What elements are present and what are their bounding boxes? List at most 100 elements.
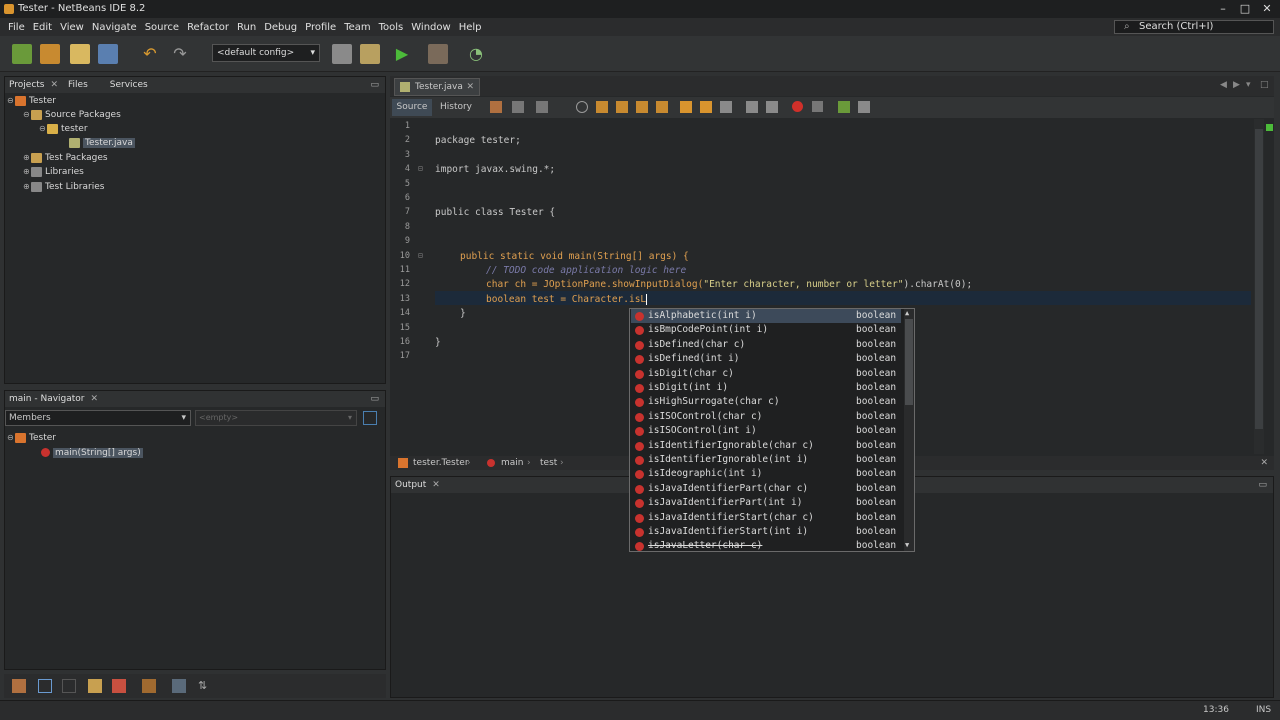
filter-nonpublic-icon[interactable] [88, 679, 102, 693]
navigator-scope-select[interactable]: <empty> ▾ [195, 410, 357, 426]
completion-item[interactable]: isIdentifierIgnorable(int i) boolean [631, 453, 901, 467]
menu-profile[interactable]: Profile [305, 22, 336, 33]
tab-files[interactable]: Files [68, 80, 88, 90]
tree-item-tester-java[interactable]: Tester.java [69, 136, 135, 150]
minimize-panel-icon[interactable]: ▭ [370, 394, 379, 404]
menu-team[interactable]: Team [344, 22, 370, 33]
shift-left-icon[interactable] [746, 101, 758, 113]
completion-item[interactable]: isBmpCodePoint(int i) boolean [631, 323, 901, 337]
close-icon[interactable]: ✕ [466, 79, 474, 95]
completion-item[interactable]: isAlphabetic(int i) boolean [631, 309, 901, 324]
fold-icon[interactable]: ⊟ [418, 164, 423, 173]
config-select[interactable]: <default config> ▾ [212, 44, 320, 62]
completion-item[interactable]: isIdeographic(int i) boolean [631, 467, 901, 481]
completion-item[interactable]: isJavaIdentifierPart(int i) boolean [631, 496, 901, 510]
close-icon[interactable]: ✕ [432, 480, 440, 490]
menu-tools[interactable]: Tools [379, 22, 404, 33]
scrollbar-thumb[interactable] [905, 319, 913, 405]
toggle-highlight-icon[interactable] [656, 101, 668, 113]
redo-icon[interactable]: ↷ [170, 44, 190, 64]
previous-bookmark-icon[interactable] [680, 101, 692, 113]
open-project-icon[interactable] [70, 44, 90, 64]
sort-by-name-icon[interactable] [172, 679, 186, 693]
menu-view[interactable]: View [60, 22, 84, 33]
minimize-button[interactable]: – [1212, 1, 1234, 16]
menu-run[interactable]: Run [237, 22, 256, 33]
breadcrumb-item-class[interactable]: tester.Tester [413, 456, 469, 470]
tab-output[interactable]: Output [395, 480, 426, 490]
completion-item[interactable]: isDefined(int i) boolean [631, 352, 901, 366]
close-icon[interactable]: ✕ [50, 80, 58, 90]
navigator-member-main[interactable]: main(String[] args) [41, 446, 143, 460]
history-tab[interactable]: History [436, 99, 476, 116]
menu-file[interactable]: File [8, 22, 25, 33]
forward-icon[interactable] [536, 101, 548, 113]
comment-icon[interactable] [838, 101, 850, 113]
build-icon[interactable] [332, 44, 352, 64]
navigator-options-icon[interactable] [363, 411, 377, 425]
completion-scrollbar[interactable]: ▲ ▼ [904, 309, 914, 551]
close-icon[interactable]: ✕ [91, 394, 99, 404]
filter-static-icon[interactable] [62, 679, 76, 693]
fold-icon[interactable]: ⊟ [418, 251, 423, 260]
filter-inner-icon[interactable] [112, 679, 126, 693]
navigator-root[interactable]: ⊖ Tester [7, 431, 56, 445]
maximize-icon[interactable]: □ [1260, 80, 1270, 92]
uncomment-icon[interactable] [858, 101, 870, 113]
breadcrumb-item-method[interactable]: main [501, 456, 524, 470]
tree-item-test-packages[interactable]: ⊕ Test Packages [23, 151, 108, 165]
undo-icon[interactable]: ↶ [140, 44, 160, 64]
next-bookmark-icon[interactable] [700, 101, 712, 113]
menu-debug[interactable]: Debug [264, 22, 297, 33]
completion-item[interactable]: isIdentifierIgnorable(char c) boolean [631, 439, 901, 453]
filter-fields-icon[interactable] [38, 679, 52, 693]
completion-item[interactable]: isDigit(int i) boolean [631, 381, 901, 395]
shift-right-icon[interactable] [766, 101, 778, 113]
completion-item[interactable]: isJavaLetter(char c) boolean [631, 539, 901, 552]
tab-projects[interactable]: Projects [9, 80, 44, 90]
tree-item-libraries[interactable]: ⊕ Libraries [23, 165, 84, 179]
document-list-icon[interactable]: ▾ [1246, 80, 1256, 92]
tab-tester-java[interactable]: Tester.java ✕ [394, 78, 480, 96]
completion-item[interactable]: isISOControl(char c) boolean [631, 410, 901, 424]
source-tab[interactable]: Source [392, 99, 432, 116]
filter-inherited-icon[interactable] [12, 679, 26, 693]
menu-source[interactable]: Source [145, 22, 179, 33]
scroll-left-icon[interactable]: ◀ [1220, 80, 1230, 92]
tab-services[interactable]: Services [110, 80, 148, 90]
last-edit-icon[interactable] [490, 101, 502, 113]
new-project-icon[interactable] [40, 44, 60, 64]
scroll-right-icon[interactable]: ▶ [1233, 80, 1243, 92]
members-select[interactable]: Members ▾ [5, 410, 191, 426]
start-macro-icon[interactable] [792, 101, 803, 112]
completion-item[interactable]: isDigit(char c) boolean [631, 367, 901, 381]
tree-item-tester-package[interactable]: ⊖ tester [39, 122, 88, 136]
find-selection-icon[interactable] [636, 101, 648, 113]
completion-item[interactable]: isJavaIdentifierStart(char c) boolean [631, 511, 901, 525]
sort-alpha-icon[interactable]: ⇅ [198, 679, 212, 693]
run-icon[interactable]: ▶ [392, 44, 412, 64]
menu-refactor[interactable]: Refactor [187, 22, 229, 33]
find-previous-icon[interactable] [596, 101, 608, 113]
debug-icon[interactable] [428, 44, 448, 64]
new-file-icon[interactable] [12, 44, 32, 64]
profile-icon[interactable]: ◔ [466, 44, 486, 64]
completion-item[interactable]: isJavaIdentifierPart(char c) boolean [631, 482, 901, 496]
back-icon[interactable] [512, 101, 524, 113]
minimize-panel-icon[interactable]: ▭ [1258, 480, 1267, 490]
completion-item[interactable]: isHighSurrogate(char c) boolean [631, 395, 901, 409]
clean-build-icon[interactable] [360, 44, 380, 64]
search-input[interactable]: ⌕ Search (Ctrl+I) [1114, 20, 1274, 34]
menu-help[interactable]: Help [459, 22, 482, 33]
breadcrumb-item-variable[interactable]: test [540, 456, 557, 470]
tree-item-source-packages[interactable]: ⊖ Source Packages [23, 108, 121, 122]
sort-by-source-icon[interactable] [142, 679, 156, 693]
close-icon[interactable]: ✕ [1260, 456, 1268, 470]
close-window-button[interactable]: ✕ [1256, 1, 1278, 16]
vertical-scrollbar[interactable] [1254, 119, 1264, 454]
save-all-icon[interactable] [98, 44, 118, 64]
tree-item-tester-project[interactable]: ⊖ Tester [7, 94, 56, 108]
tree-item-test-libraries[interactable]: ⊕ Test Libraries [23, 180, 104, 194]
stop-macro-icon[interactable] [812, 101, 823, 112]
find-icon[interactable] [576, 101, 588, 113]
